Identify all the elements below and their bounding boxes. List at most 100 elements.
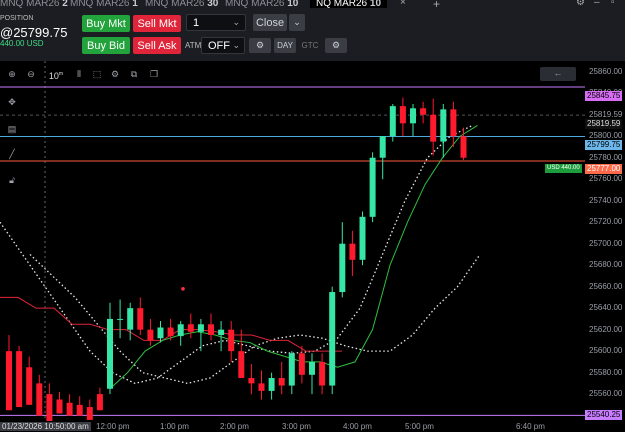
price-chart[interactable] — [0, 61, 585, 421]
candle — [268, 378, 275, 391]
quantity-field[interactable]: 1 ⌄ — [186, 14, 246, 31]
quantity-value: 1 — [193, 16, 200, 29]
candle — [66, 402, 73, 416]
price-label: 25700.00 — [589, 238, 623, 248]
minimize-icon[interactable]: – — [594, 0, 600, 8]
tab-mnq-1[interactable]: MNQ MAR26 1 — [70, 0, 138, 9]
time-label: 12:00 pm — [96, 422, 130, 431]
candle — [339, 243, 346, 293]
chevron-down-icon[interactable]: ⌄ — [232, 17, 240, 28]
tab-bar: MNQ MAR26 2 MNQ MAR26 1 MNQ MAR26 30 MNQ… — [0, 0, 625, 11]
candle — [450, 109, 457, 137]
candle — [218, 329, 225, 336]
tab-mnq-2[interactable]: MNQ MAR26 2 — [0, 0, 68, 9]
close-dropdown-icon[interactable]: ⌄ — [289, 14, 305, 31]
entry-price-tag: 25799.75 — [585, 140, 623, 150]
candle — [127, 308, 134, 330]
candle — [319, 361, 326, 386]
bottom-price-tag: 25540.25 — [585, 410, 623, 420]
mid-price-tag: 25819.59 — [585, 119, 623, 129]
price-label: 25580.00 — [589, 367, 623, 377]
candle — [298, 353, 305, 375]
price-label: 25760.00 — [589, 174, 623, 184]
price-label: 25640.00 — [589, 303, 623, 313]
maximize-icon[interactable]: ▫ — [611, 0, 615, 8]
cursor-time-label: 01/23/2026 10:50:00 am — [0, 422, 91, 431]
ema-fast-line — [109, 125, 478, 390]
price-label: 25720.00 — [589, 217, 623, 227]
close-button[interactable]: Close — [253, 14, 287, 31]
candle — [309, 361, 315, 375]
candle — [349, 243, 356, 260]
candle — [460, 136, 467, 158]
sell-ask-button[interactable]: Sell Ask — [133, 37, 181, 54]
close-tab-icon[interactable]: × — [400, 0, 406, 8]
position-price: @25799.75 — [0, 25, 68, 40]
position-label: POSITION — [0, 15, 34, 22]
candle — [238, 351, 245, 379]
candle — [399, 106, 406, 124]
tab-nq-10[interactable]: NQ MAR26 10 — [310, 0, 388, 9]
sell-mkt-button[interactable]: Sell Mkt — [133, 15, 181, 32]
candle — [167, 327, 174, 337]
price-label: 25620.00 — [589, 324, 623, 334]
candle — [137, 308, 144, 330]
candle — [369, 157, 376, 217]
candle — [359, 216, 366, 260]
time-label: 3:00 pm — [282, 422, 311, 431]
candle — [56, 399, 63, 414]
candle — [86, 407, 93, 420]
candle — [6, 351, 12, 411]
candle — [117, 318, 124, 320]
pnl-tag: USD 440.00 — [545, 164, 582, 173]
price-label: 25740.00 — [589, 195, 623, 205]
candle — [177, 324, 184, 337]
buy-bid-button[interactable]: Buy Bid — [82, 37, 130, 54]
time-label: 5:00 pm — [405, 422, 434, 431]
candle — [440, 109, 447, 142]
last-price-tag: 25777.00 — [585, 164, 623, 174]
tab-mnq-30[interactable]: MNQ MAR26 30 — [145, 0, 218, 9]
gtc-button[interactable]: GTC — [298, 38, 322, 53]
tab-mnq-10[interactable]: MNQ MAR26 10 — [225, 0, 298, 9]
price-label: 25660.00 — [589, 281, 623, 291]
tif-settings-icon[interactable]: ⚙ — [325, 38, 347, 53]
candle — [379, 136, 386, 158]
price-label: 25600.00 — [589, 346, 623, 356]
order-panel: POSITION @25799.75 440.00 USD Buy Mkt Se… — [0, 9, 625, 61]
candle — [329, 292, 336, 386]
candle — [76, 404, 83, 416]
day-button[interactable]: DAY — [274, 38, 296, 53]
candle — [96, 394, 103, 411]
atm-value: OFF — [208, 39, 230, 52]
candle — [278, 378, 285, 386]
candle — [157, 327, 164, 339]
price-label: 25800.00 — [589, 131, 623, 141]
candle — [16, 351, 23, 408]
time-label: 4:00 pm — [343, 422, 372, 431]
atm-settings-icon[interactable]: ⚙ — [249, 38, 271, 53]
time-axis[interactable]: 01/23/2026 10:50:00 am 12:00 pm 1:00 pm … — [0, 421, 625, 432]
candle — [187, 324, 194, 332]
candle — [36, 383, 43, 416]
price-label: 25819.59 — [589, 110, 623, 120]
candle — [420, 108, 427, 115]
time-label: 1:00 pm — [160, 422, 189, 431]
moving-average-dotted — [0, 124, 473, 385]
candle — [410, 108, 416, 124]
buy-mkt-button[interactable]: Buy Mkt — [82, 15, 130, 32]
time-label: 6:40 pm — [516, 422, 545, 431]
candle — [208, 324, 214, 336]
gear-icon[interactable]: ⚙ — [576, 0, 585, 8]
candle — [26, 367, 33, 405]
candle — [228, 329, 235, 352]
time-label: 2:00 pm — [220, 422, 249, 431]
limit-price-tag: 25845.75 — [585, 91, 623, 101]
atm-select[interactable]: OFF ⌄ — [201, 37, 245, 54]
price-label: 25860.00 — [589, 66, 623, 76]
price-label: 25560.00 — [589, 389, 623, 399]
position-pnl: 440.00 USD — [0, 39, 44, 48]
candle — [430, 114, 437, 142]
candle — [248, 378, 255, 384]
candle — [197, 324, 204, 332]
